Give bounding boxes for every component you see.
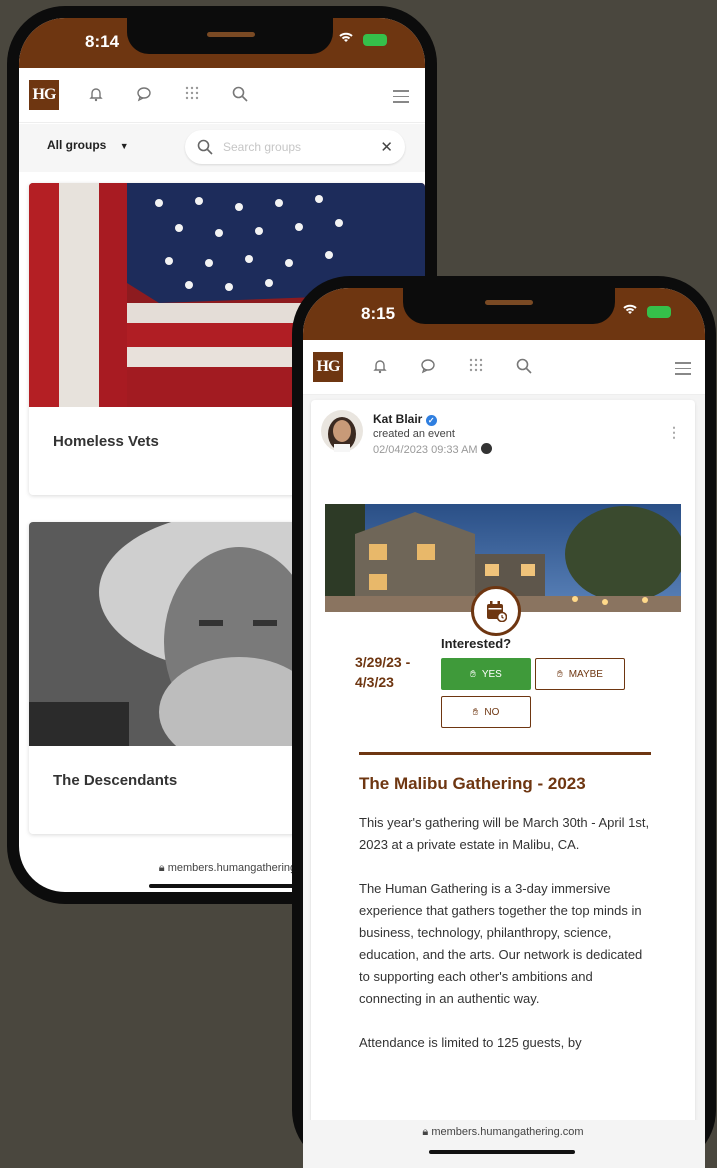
rsvp-yes-button[interactable]: ✋︎ YES <box>441 658 531 690</box>
clock: 8:15 <box>361 304 396 323</box>
author-name-text: Kat Blair <box>373 412 423 426</box>
group-select[interactable]: All groups ▼ <box>47 138 129 152</box>
chat-icon[interactable] <box>417 358 439 380</box>
calendar-icon <box>487 601 507 622</box>
notch-speaker <box>207 32 255 37</box>
clock: 8:14 <box>85 32 120 51</box>
group-select-label: All groups <box>47 138 107 152</box>
search-icon[interactable] <box>229 86 251 108</box>
url-text: members.humangathering. <box>167 862 300 874</box>
search-placeholder: Search groups <box>223 140 302 154</box>
apps-grid-icon[interactable] <box>181 86 203 106</box>
event-title: The Malibu Gathering - 2023 <box>359 774 586 793</box>
search-icon[interactable] <box>513 358 535 380</box>
rsvp-maybe-label: MAYBE <box>568 668 603 680</box>
event-paragraph: Attendance is limited to 125 guests, by <box>359 1035 582 1050</box>
post-action: created an event <box>373 428 455 440</box>
activity-post: Kat Blair ✓ created an event 02/04/2023 … <box>311 400 695 1168</box>
url-text: members.humangathering.com <box>431 1126 584 1138</box>
wifi-icon <box>337 30 355 47</box>
hand-icon: ✋︎ <box>557 668 563 680</box>
rsvp-yes-label: YES <box>481 668 502 680</box>
group-card-title: The Descendants <box>53 772 178 789</box>
chat-icon[interactable] <box>133 86 155 108</box>
hamburger-menu-icon[interactable] <box>393 90 409 107</box>
lock-icon: 🔒︎ <box>158 862 168 874</box>
caret-down-icon: ▼ <box>119 141 129 151</box>
top-nav: HG <box>303 340 705 395</box>
group-search-input[interactable]: Search groups ✕ <box>185 130 405 164</box>
post-timestamp-text: 02/04/2023 09:33 AM <box>373 444 478 456</box>
event-description: This year's gathering will be March 30th… <box>359 812 655 1054</box>
hand-icon: ✋︎ <box>470 668 476 680</box>
rsvp-no-button[interactable]: ✋︎ NO <box>441 696 531 728</box>
group-card-title: Homeless Vets <box>53 433 159 450</box>
lock-icon: 🔒︎ <box>422 1126 432 1138</box>
rsvp-no-label: NO <box>484 706 500 718</box>
notch <box>127 18 333 54</box>
battery-icon <box>363 34 387 46</box>
post-timestamp: 02/04/2023 09:33 AM <box>373 443 492 456</box>
post-options-icon[interactable]: ⋮ <box>667 424 681 441</box>
interested-label: Interested? <box>441 636 512 651</box>
clear-search-icon[interactable]: ✕ <box>380 138 393 156</box>
top-nav: HG <box>19 68 425 123</box>
hg-logo[interactable]: HG <box>313 352 343 382</box>
notch-speaker <box>485 300 533 305</box>
bell-icon[interactable] <box>85 86 107 108</box>
front-phone-screen: 8:15 HG Kat Blair ✓ created an event 02/… <box>303 288 705 1168</box>
author-name[interactable]: Kat Blair ✓ <box>373 412 437 426</box>
author-avatar[interactable] <box>321 410 363 452</box>
group-filter-bar: All groups ▼ Search groups ✕ <box>19 124 425 172</box>
event-paragraph: This year's gathering will be March 30th… <box>359 815 650 852</box>
wifi-icon <box>621 302 639 319</box>
verified-badge-icon: ✓ <box>425 415 437 426</box>
section-divider <box>359 752 651 755</box>
battery-icon <box>647 306 671 318</box>
home-indicator[interactable] <box>149 884 295 888</box>
apps-grid-icon[interactable] <box>465 358 487 378</box>
event-paragraph: The Human Gathering is a 3-day immersive… <box>359 881 643 1006</box>
front-phone: 8:15 HG Kat Blair ✓ created an event 02/… <box>292 276 716 1168</box>
hamburger-menu-icon[interactable] <box>675 362 691 379</box>
url-bar[interactable]: 🔒︎ members.humangathering.com <box>383 1126 623 1139</box>
event-dates: 3/29/23 - 4/3/23 <box>355 654 411 690</box>
search-icon <box>197 139 213 160</box>
bell-icon[interactable] <box>369 358 391 380</box>
home-indicator[interactable] <box>429 1150 575 1154</box>
hg-logo[interactable]: HG <box>29 80 59 110</box>
event-calendar-badge <box>471 586 521 636</box>
notch <box>403 288 615 324</box>
rsvp-maybe-button[interactable]: ✋︎ MAYBE <box>535 658 625 690</box>
globe-icon <box>480 443 492 454</box>
hand-icon: ✋︎ <box>472 706 479 718</box>
